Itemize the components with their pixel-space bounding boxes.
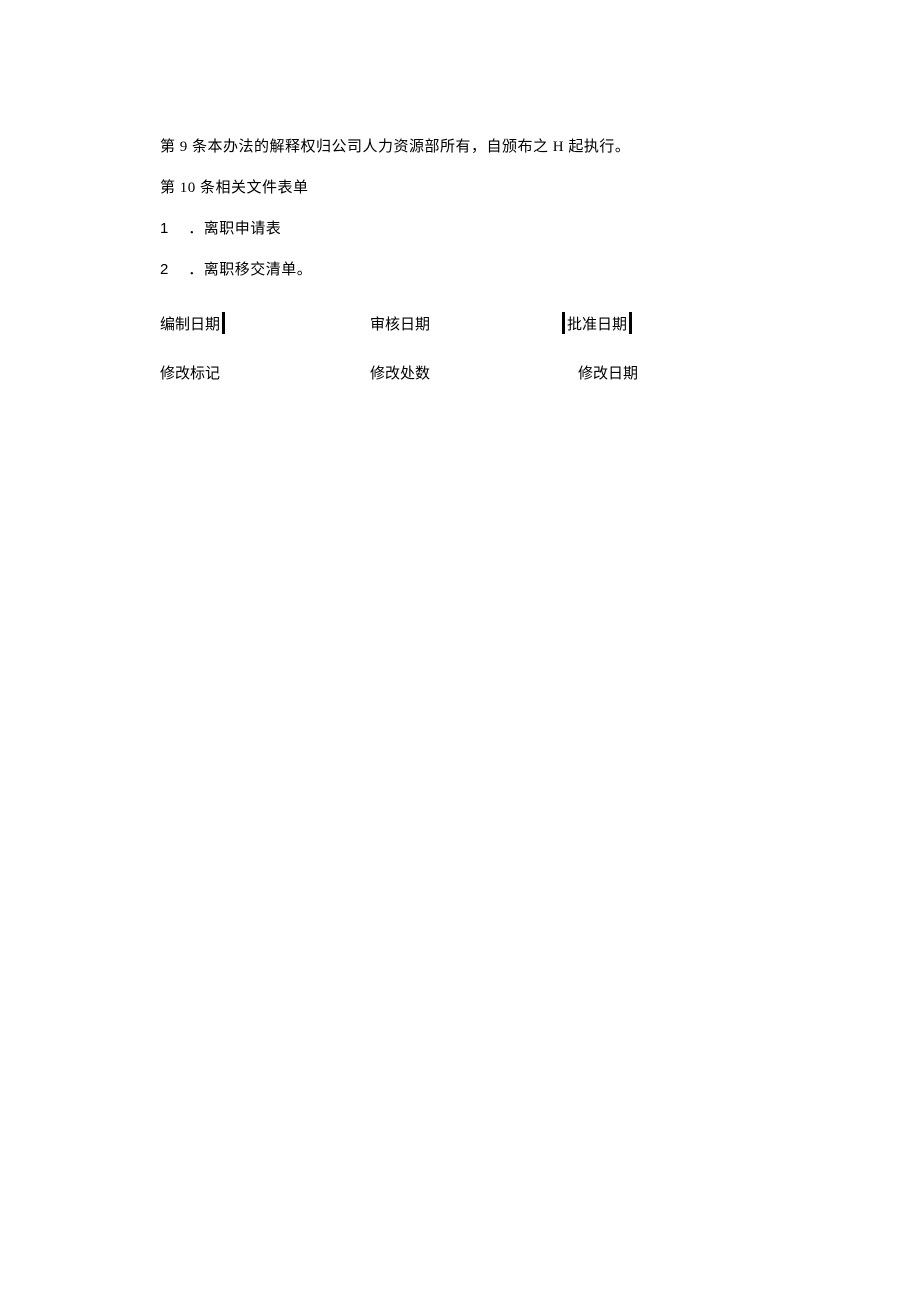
- compile-date-label: 编制日期: [160, 313, 220, 334]
- modify-mark-cell: 修改标记: [160, 362, 370, 383]
- date-row-2: 修改标记 修改处数 修改日期: [160, 362, 780, 383]
- review-date-label: 审核日期: [370, 313, 430, 334]
- modify-count-cell: 修改处数: [370, 362, 560, 383]
- modify-date-label: 修改日期: [578, 362, 638, 383]
- approve-date-label: 批准日期: [567, 313, 627, 334]
- date-row-1: 编制日期 审核日期 批准日期: [160, 312, 780, 334]
- article-10: 第 10 条相关文件表单: [160, 176, 780, 200]
- article-9: 第 9 条本办法的解释权归公司人力资源部所有，自颁布之 H 起执行。: [160, 135, 780, 159]
- list-text: ．离职申请表: [188, 221, 281, 237]
- modify-mark-label: 修改标记: [160, 362, 220, 383]
- cursor-bar-icon: [562, 312, 565, 334]
- modify-date-cell: 修改日期: [578, 362, 638, 383]
- list-number: 1: [160, 217, 184, 241]
- list-item: 1 ．离职申请表: [160, 217, 780, 241]
- modify-count-label: 修改处数: [370, 362, 430, 383]
- compile-date-cell: 编制日期: [160, 312, 370, 334]
- list-number: 2: [160, 258, 184, 282]
- cursor-bar-icon: [629, 312, 632, 334]
- document-body: 第 9 条本办法的解释权归公司人力资源部所有，自颁布之 H 起执行。 第 10 …: [160, 135, 780, 383]
- list-item: 2 ．离职移交清单。: [160, 258, 780, 282]
- approve-date-cell: 批准日期: [560, 312, 634, 334]
- review-date-cell: 审核日期: [370, 313, 560, 334]
- list-text: ．离职移交清单。: [188, 262, 312, 278]
- cursor-bar-icon: [222, 312, 225, 334]
